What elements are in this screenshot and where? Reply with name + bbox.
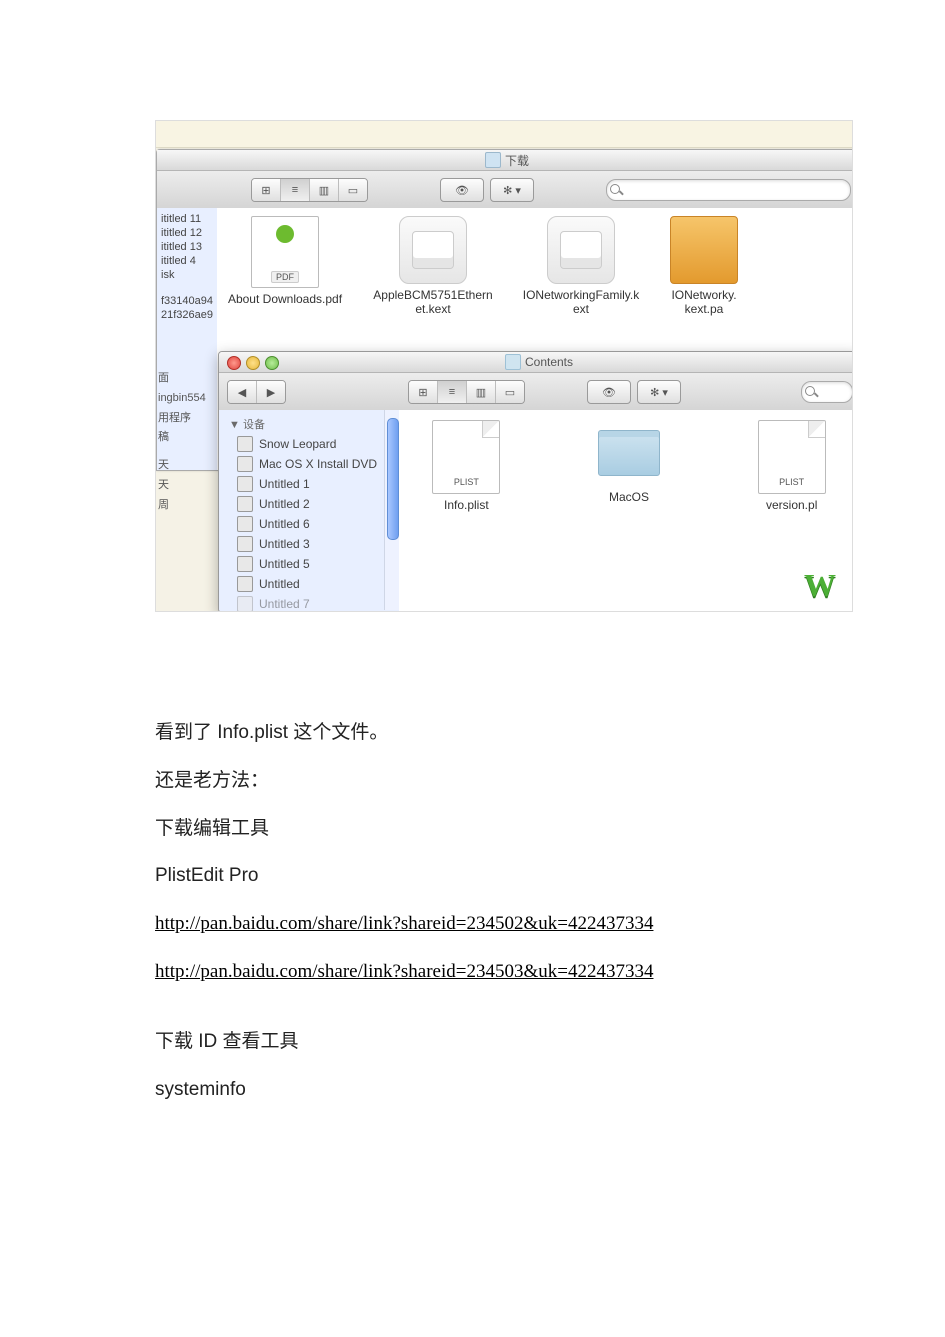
sidebar-item[interactable]: ititled 4 (157, 254, 217, 268)
sidebar-item[interactable]: Untitled 6 (219, 514, 399, 534)
view-list-btn[interactable]: ≡ (438, 381, 467, 403)
view-column-btn[interactable]: ▥ (467, 381, 496, 403)
download-link-2[interactable]: http://pan.baidu.com/share/link?shareid=… (155, 961, 653, 982)
forward-btn[interactable]: ▶ (257, 381, 285, 403)
paragraph: 下载 ID 查看工具 (155, 1021, 790, 1063)
disk-icon (237, 456, 253, 472)
sidebar-scrollbar[interactable] (384, 410, 399, 610)
watermark-partial: W (804, 567, 852, 607)
sidebar-item[interactable]: 21f326ae9 (157, 308, 217, 322)
sidebar-item[interactable]: Untitled 7 (219, 594, 399, 612)
toolbar: ⊞ ≡ ▥ ▭ 👁 ✻ ▾ (157, 171, 853, 210)
file-item[interactable]: PLIST Info.plist (415, 420, 518, 602)
zoom-icon[interactable] (265, 356, 279, 370)
sidebar: ▼ 设备 Snow Leopard Mac OS X Install DVD U… (219, 410, 400, 612)
archive-icon (670, 216, 738, 284)
file-name: version.pl (766, 498, 817, 512)
kext-icon (399, 216, 467, 284)
safari-stub-bar (156, 121, 852, 148)
sidebar-item[interactable]: ititled 12 (157, 226, 217, 240)
search-field[interactable] (606, 179, 851, 201)
plist-icon: PLIST (432, 420, 500, 494)
window-title: 下载 (505, 152, 529, 169)
view-list-btn[interactable]: ≡ (281, 179, 310, 201)
scrollbar-thumb[interactable] (387, 418, 399, 540)
view-switcher[interactable]: ⊞ ≡ ▥ ▭ (408, 380, 525, 404)
quicklook-btn[interactable]: 👁 (440, 178, 484, 202)
nav-buttons[interactable]: ◀ ▶ (227, 380, 286, 404)
disk-icon (237, 476, 253, 492)
disk-icon (237, 576, 253, 592)
disk-icon (237, 436, 253, 452)
file-item[interactable]: MacOS (578, 420, 681, 602)
action-gear-btn[interactable]: ✻ ▾ (637, 380, 681, 404)
sidebar-item[interactable]: isk (157, 268, 217, 282)
action-gear-btn[interactable]: ✻ ▾ (490, 178, 534, 202)
download-link-1[interactable]: http://pan.baidu.com/share/link?shareid=… (155, 913, 653, 934)
titlebar: 下载 (157, 150, 853, 171)
folder-icon (505, 354, 521, 370)
kext-icon (547, 216, 615, 284)
sidebar-item[interactable]: Untitled (219, 574, 399, 594)
file-name: MacOS (609, 490, 649, 504)
finder-window-contents: Contents ◀ ▶ ⊞ ≡ ▥ ▭ 👁 ✻ ▾ (218, 351, 853, 612)
file-name: AppleBCM5751Ethernet.kext (373, 288, 493, 317)
disk-icon (237, 516, 253, 532)
disk-icon (237, 556, 253, 572)
view-coverflow-btn[interactable]: ▭ (339, 179, 367, 201)
disk-icon (237, 496, 253, 512)
back-btn[interactable]: ◀ (228, 381, 257, 403)
sidebar-item[interactable]: Untitled 1 (219, 474, 399, 494)
view-column-btn[interactable]: ▥ (310, 179, 339, 201)
disk-icon (237, 596, 253, 612)
sidebar-item[interactable]: Untitled 2 (219, 494, 399, 514)
truncated-text-strip: 面 ingbin554 用程序 稿 天 天 周 (156, 369, 220, 516)
sidebar-item[interactable]: Mac OS X Install DVD (219, 454, 399, 474)
search-field[interactable] (801, 381, 853, 403)
folder-icon (485, 152, 501, 168)
sidebar-item[interactable]: f33140a94 (157, 294, 217, 308)
toolbar: ◀ ▶ ⊞ ≡ ▥ ▭ 👁 ✻ ▾ (219, 373, 853, 412)
file-grid: PLIST Info.plist MacOS PLIST version.pl (399, 410, 853, 612)
paragraph: 下载编辑工具 (155, 808, 790, 850)
sidebar-item[interactable]: ititled 11 (157, 212, 217, 226)
plist-icon: PLIST (758, 420, 826, 494)
sidebar-item[interactable]: Snow Leopard (219, 434, 399, 454)
folder-icon (596, 420, 662, 486)
paragraph: PlistEdit Pro (155, 855, 790, 897)
titlebar: Contents (219, 352, 853, 373)
paragraph: systeminfo (155, 1069, 790, 1111)
pdf-icon: PDF (251, 216, 319, 288)
finder-screenshot: 下载 ⊞ ≡ ▥ ▭ 👁 ✻ ▾ (155, 120, 853, 612)
file-name: IONetworkingFamily.kext (521, 288, 641, 317)
close-icon[interactable] (227, 356, 241, 370)
sidebar-item[interactable]: Untitled 5 (219, 554, 399, 574)
view-switcher[interactable]: ⊞ ≡ ▥ ▭ (251, 178, 368, 202)
view-icon-btn[interactable]: ⊞ (409, 381, 438, 403)
sidebar-section-devices[interactable]: ▼ 设备 (219, 410, 399, 434)
file-name: About Downloads.pdf (228, 292, 342, 306)
sidebar-item[interactable]: Untitled 3 (219, 534, 399, 554)
article-body: 看到了 Info.plist 这个文件。 还是老方法： 下载编辑工具 Plist… (155, 712, 790, 1110)
paragraph: 看到了 Info.plist 这个文件。 (155, 712, 790, 754)
window-controls[interactable] (227, 356, 279, 370)
window-title: Contents (525, 355, 573, 369)
disk-icon (237, 536, 253, 552)
view-icon-btn[interactable]: ⊞ (252, 179, 281, 201)
view-coverflow-btn[interactable]: ▭ (496, 381, 524, 403)
quicklook-btn[interactable]: 👁 (587, 380, 631, 404)
minimize-icon[interactable] (246, 356, 260, 370)
file-name: IONetworky.kext.pa (669, 288, 739, 317)
search-input[interactable] (606, 179, 851, 201)
sidebar-item[interactable]: ititled 13 (157, 240, 217, 254)
file-name: Info.plist (444, 498, 489, 512)
paragraph: 还是老方法： (155, 760, 790, 802)
